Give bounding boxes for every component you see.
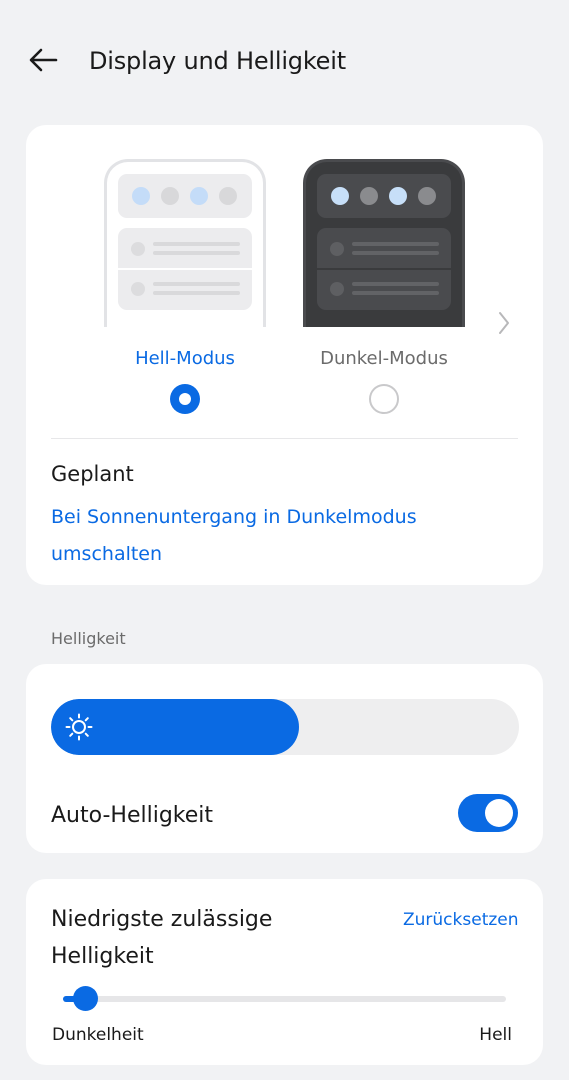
theme-card: Hell-Modus Dunkel-Modus Geplant Bei Sonn… bbox=[26, 125, 543, 585]
brightness-card: Auto-Helligkeit bbox=[26, 664, 543, 853]
min-brightness-card: Niedrigste zulässige Helligkeit Zurückse… bbox=[26, 879, 543, 1065]
light-mode-radio[interactable] bbox=[170, 384, 200, 414]
scheduled-subtitle: Bei Sonnenuntergang in Dunkelmodus umsch… bbox=[51, 506, 417, 565]
arrow-left-icon bbox=[29, 48, 58, 72]
scheduled-row[interactable]: Geplant Bei Sonnenuntergang in Dunkelmod… bbox=[26, 439, 543, 585]
auto-brightness-toggle[interactable] bbox=[458, 794, 518, 832]
min-brightness-slider-thumb[interactable] bbox=[73, 986, 98, 1011]
chevron-right-icon bbox=[499, 312, 509, 334]
dark-mode-label: Dunkel-Modus bbox=[320, 348, 448, 369]
min-label-dark: Dunkelheit bbox=[52, 1025, 144, 1045]
auto-brightness-label: Auto-Helligkeit bbox=[51, 803, 214, 828]
app-header: Display und Helligkeit bbox=[0, 0, 569, 120]
back-button[interactable] bbox=[26, 44, 62, 76]
light-mode-preview[interactable] bbox=[104, 159, 266, 327]
light-mode-label: Hell-Modus bbox=[135, 348, 235, 369]
min-brightness-title: Niedrigste zulässige Helligkeit bbox=[51, 907, 273, 969]
sun-icon bbox=[65, 713, 93, 741]
scheduled-title: Geplant bbox=[51, 462, 134, 486]
max-label-bright: Hell bbox=[479, 1025, 512, 1045]
toggle-knob bbox=[485, 799, 513, 827]
page-title: Display und Helligkeit bbox=[89, 47, 346, 75]
dark-mode-preview[interactable] bbox=[303, 159, 465, 327]
reset-button[interactable]: Zurücksetzen bbox=[403, 907, 519, 933]
min-brightness-slider[interactable] bbox=[63, 996, 506, 1002]
brightness-section-label: Helligkeit bbox=[51, 629, 126, 648]
brightness-slider[interactable] bbox=[51, 699, 519, 755]
dark-mode-radio[interactable] bbox=[369, 384, 399, 414]
